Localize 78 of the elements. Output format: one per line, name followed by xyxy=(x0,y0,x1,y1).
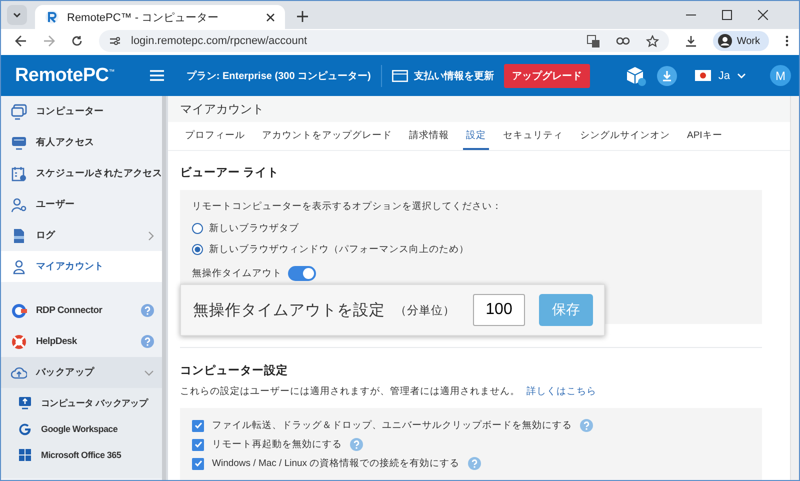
checkbox[interactable] xyxy=(192,438,204,450)
sidebar-icon xyxy=(11,104,27,120)
sidebar-icon xyxy=(18,396,32,410)
browser-tab[interactable]: RemotePC™ - コンピューター xyxy=(35,5,285,29)
sidebar-subitem[interactable]: Google Workspace xyxy=(1,416,162,442)
language-selector[interactable]: Ja xyxy=(695,70,746,82)
sidebar-item[interactable]: ユーザー xyxy=(1,189,162,220)
card-icon xyxy=(392,70,408,82)
download-icon[interactable] xyxy=(657,66,678,86)
sidebar-item[interactable]: RDP Connector xyxy=(1,295,162,326)
checkbox-label: ファイル転送、ドラッグ＆ドロップ、ユニバーサルクリップボードを無効にする xyxy=(212,419,572,432)
radio-option[interactable]: 新しいブラウザウィンドウ（パフォーマンス向上のため） xyxy=(192,243,750,256)
radio-option[interactable]: 新しいブラウザタブ xyxy=(192,222,750,235)
learn-more-link[interactable]: 詳しくはこちら xyxy=(526,386,597,397)
sidebar-subitem[interactable]: コンピュータ バックアップ xyxy=(1,390,162,416)
sidebar-item[interactable]: マイアカウント xyxy=(1,251,162,282)
chevron-down-icon xyxy=(737,72,746,78)
sidebar-icon xyxy=(11,134,27,150)
flag-icon xyxy=(695,70,712,81)
profile-button[interactable]: Work xyxy=(712,31,770,51)
new-tab-icon[interactable] xyxy=(297,11,308,22)
checkbox-label: リモート再起動を無効にする xyxy=(212,438,342,451)
tab[interactable]: アカウントをアップグレード xyxy=(259,122,395,150)
sidebar-icon xyxy=(11,228,27,244)
timeout-input[interactable]: 100 xyxy=(473,294,525,326)
checkbox-label: Windows / Mac / Linux の資格情報での接続を有効にする xyxy=(212,457,460,470)
reload-icon[interactable] xyxy=(71,35,83,47)
scrollbar[interactable] xyxy=(790,96,799,480)
tab[interactable]: プロフィール xyxy=(182,122,248,150)
person-icon xyxy=(718,34,732,48)
chevron-down-icon xyxy=(12,10,22,20)
close-icon[interactable] xyxy=(266,12,275,22)
section-description: これらの設定はユーザーには適用されますが、管理者には適用されません。 詳しくはこちら xyxy=(180,385,598,398)
star-icon[interactable] xyxy=(646,34,659,48)
sidebar-item[interactable]: コンピューター xyxy=(1,96,162,127)
section-heading: コンピューター設定 xyxy=(180,363,289,379)
sidebar-icon xyxy=(11,334,27,350)
menu-icon[interactable] xyxy=(785,35,790,47)
sidebar-item[interactable]: バックアップ xyxy=(1,357,162,388)
option-prompt: リモートコンピューターを表示するオプションを選択してください： xyxy=(192,200,503,213)
back-icon[interactable] xyxy=(15,35,27,47)
section-heading: ビューアー ライト xyxy=(180,166,280,181)
sidebar-icon xyxy=(18,448,32,462)
close-icon[interactable] xyxy=(758,10,768,20)
sidebar-icon xyxy=(18,422,32,436)
sidebar-item[interactable]: 有人アクセス xyxy=(1,127,162,158)
upgrade-button[interactable]: アップグレード xyxy=(504,64,590,88)
billing-link[interactable]: 支払い情報を更新 xyxy=(414,68,494,82)
unit-label: （分単位） xyxy=(395,304,455,318)
app-logo-icon xyxy=(45,10,59,24)
page-title: マイアカウント xyxy=(168,96,790,122)
sidebar-icon xyxy=(11,302,27,318)
tab[interactable]: 設定 xyxy=(463,122,489,150)
logo[interactable]: RemotePC$^{™}$ xyxy=(15,64,114,86)
popup-label: 無操作タイムアウトを設定 xyxy=(193,300,385,320)
download-icon[interactable] xyxy=(684,35,697,47)
plan-label: プラン: Enterprise (300 コンピューター) xyxy=(186,69,371,82)
address-bar[interactable]: login.remotepc.com/rpcnew/account xyxy=(99,30,669,52)
sidebar-subitem[interactable]: Microsoft Office 365 xyxy=(1,442,162,468)
sidebar-item[interactable]: HelpDesk xyxy=(1,326,162,357)
sidebar-icon xyxy=(11,166,27,182)
sidebar-icon xyxy=(11,196,27,212)
site-settings-icon[interactable] xyxy=(109,35,121,47)
tab-list-button[interactable] xyxy=(7,5,27,25)
tab[interactable]: 請求情報 xyxy=(406,122,452,150)
sidebar-item[interactable]: スケジュールされたアクセス xyxy=(1,158,162,189)
tab[interactable]: セキュリティ xyxy=(500,122,566,150)
tab[interactable]: シングルサインオン xyxy=(577,122,673,150)
timeout-label: 無操作タイムアウト xyxy=(192,267,282,280)
maximize-icon[interactable] xyxy=(722,10,732,20)
package-icon[interactable] xyxy=(625,64,648,86)
sidebar-icon xyxy=(11,258,27,274)
sidebar-item[interactable]: ログ xyxy=(1,220,162,251)
toggle-switch[interactable] xyxy=(288,266,316,281)
tab[interactable]: APIキー xyxy=(684,122,726,150)
checkbox[interactable] xyxy=(192,420,204,432)
sidebar-icon xyxy=(11,364,27,380)
checkbox[interactable] xyxy=(192,458,204,470)
